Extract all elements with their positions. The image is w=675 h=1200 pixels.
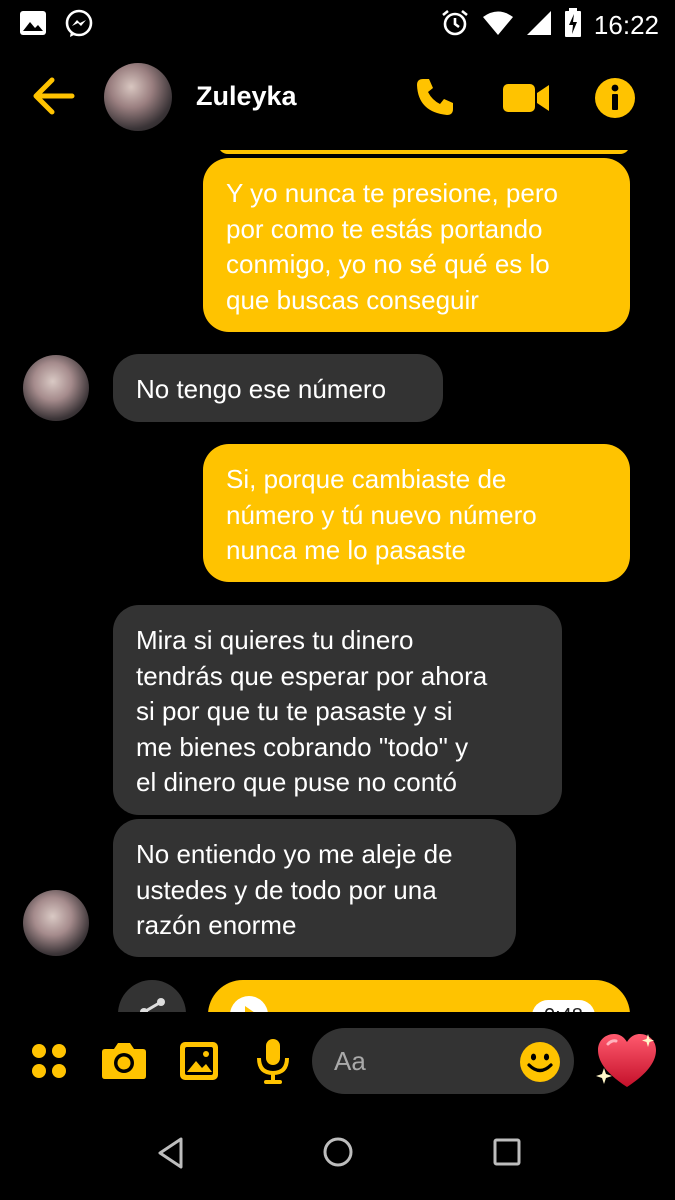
message-list[interactable]: Y yo nunca te presione, pero por como te… <box>0 150 675 1012</box>
message-input-placeholder: Aa <box>334 1046 366 1076</box>
triangle-back-icon <box>158 1137 183 1169</box>
contact-avatar-small[interactable] <box>23 890 89 956</box>
composer-bar: Aa <box>0 1012 675 1112</box>
previous-message-bubble <box>218 150 630 154</box>
contact-name[interactable]: Zuleyka <box>196 81 297 112</box>
alarm-icon <box>440 8 470 43</box>
conversation-header: Zuleyka <box>0 48 675 148</box>
gallery-icon <box>18 9 48 44</box>
nav-home-button[interactable] <box>322 1136 354 1173</box>
message-input[interactable]: Aa <box>312 1028 574 1094</box>
heart-icon[interactable] <box>596 1032 658 1095</box>
signal-icon <box>526 10 552 41</box>
microphone-icon[interactable] <box>256 1038 290 1089</box>
emoji-icon[interactable] <box>518 1040 562 1089</box>
voice-duration: 0:48 <box>532 1000 595 1012</box>
message-bubble-incoming[interactable]: No entiendo yo me aleje de ustedes y de … <box>113 819 516 957</box>
circle-home-icon <box>323 1137 353 1167</box>
camera-icon[interactable] <box>101 1040 147 1085</box>
info-icon[interactable] <box>594 77 636 124</box>
message-bubble-incoming[interactable]: No tengo ese número <box>113 354 443 422</box>
contact-avatar-small[interactable] <box>23 355 89 421</box>
system-navigation-bar <box>0 1112 675 1200</box>
status-bar: 16:22 <box>0 0 675 48</box>
share-button[interactable] <box>118 980 186 1012</box>
battery-charging-icon <box>564 8 582 43</box>
contact-avatar[interactable] <box>104 63 172 131</box>
share-icon <box>140 998 165 1012</box>
wifi-icon <box>482 10 514 41</box>
status-time: 16:22 <box>593 10 659 40</box>
nav-back-button[interactable] <box>156 1136 184 1175</box>
back-arrow-icon[interactable] <box>30 76 78 120</box>
phone-icon[interactable] <box>414 76 456 123</box>
message-bubble-outgoing[interactable]: Si, porque cambiaste de número y tú nuev… <box>203 444 630 582</box>
square-recents-icon <box>493 1138 521 1166</box>
message-bubble-incoming[interactable]: Mira si quieres tu dinero tendrás que es… <box>113 605 562 815</box>
play-icon <box>245 1006 254 1012</box>
apps-icon[interactable] <box>30 1042 68 1085</box>
message-bubble-outgoing[interactable]: Y yo nunca te presione, pero por como te… <box>203 158 630 332</box>
play-button[interactable] <box>230 996 268 1012</box>
video-icon[interactable] <box>502 82 550 119</box>
messenger-icon <box>64 9 94 44</box>
voice-message-bubble[interactable]: 0:48 <box>208 980 630 1012</box>
nav-recents-button[interactable] <box>493 1138 521 1171</box>
gallery-icon[interactable] <box>179 1041 219 1086</box>
